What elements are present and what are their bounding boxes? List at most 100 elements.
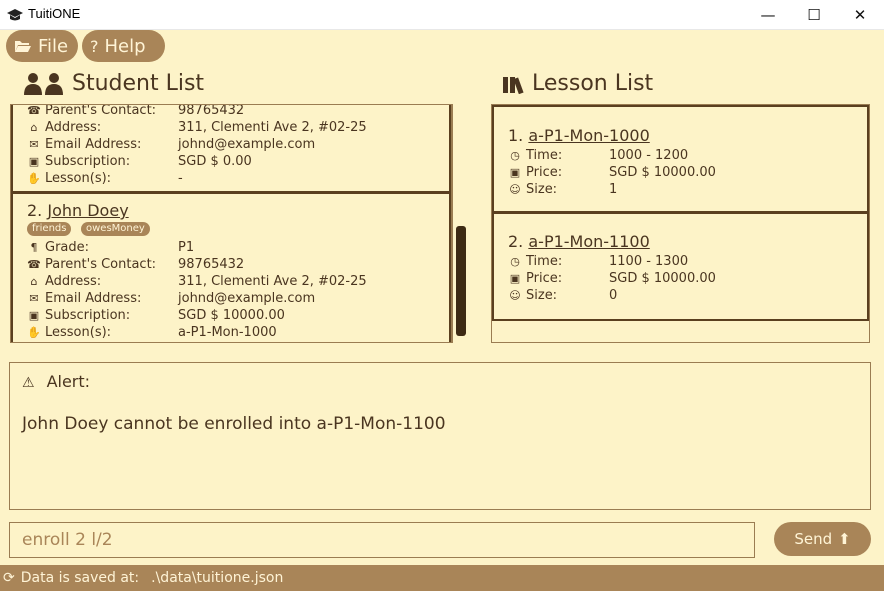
parent-contact-value: 98765432 (178, 104, 245, 118)
student-card[interactable]: ☎ Parent's Contact: 98765432 ⌂ Address: 31… (11, 104, 451, 193)
money-icon: ▣ (28, 155, 40, 168)
address-value: 311, Clementi Ave 2, #02-25 (178, 120, 367, 135)
smiley-icon: ☺ (509, 289, 521, 302)
command-input[interactable] (9, 522, 755, 558)
field-subscription: ▣ Subscription: (28, 308, 131, 323)
field-price: ▣ Price: (509, 271, 563, 286)
lesson-code: a-P1-Mon-1000 (528, 126, 650, 145)
graduation-cap-icon (7, 9, 23, 21)
close-icon: ✕ (853, 6, 867, 24)
close-button[interactable]: ✕ (837, 0, 883, 30)
maximize-icon: ☐ (807, 6, 821, 24)
status-bar: ⟳ Data is saved at: .\data\tuitione.json (0, 565, 884, 591)
home-icon: ⌂ (30, 121, 38, 134)
tag-owes-money: owesMoney (81, 222, 150, 236)
size-value: 1 (609, 182, 618, 197)
student-card-title: 2. John Doey (27, 201, 129, 220)
time-value: 1000 - 1200 (609, 148, 689, 163)
field-price: ▣ Price: (509, 165, 563, 180)
subscription-value: SGD $ 10000.00 (178, 308, 285, 323)
student-list-scrollbar[interactable] (452, 104, 468, 343)
maximize-button[interactable]: ☐ (791, 0, 837, 30)
student-list-heading: Student List (22, 71, 204, 96)
money-icon: ▣ (28, 309, 40, 322)
home-icon: ⌂ (30, 275, 38, 288)
money-icon: ▣ (509, 166, 521, 179)
lesson-icon: ✋ (27, 326, 41, 339)
smiley-icon: ☺ (509, 183, 521, 196)
lesson-code: a-P1-Mon-1100 (528, 232, 650, 251)
student-list[interactable]: ☎ Parent's Contact: 98765432 ⌂ Address: 31… (10, 104, 452, 343)
subscription-value: SGD $ 0.00 (178, 154, 252, 169)
lessons-value: - (178, 171, 183, 186)
field-parent-contact: ☎ Parent's Contact: (27, 257, 157, 272)
mail-icon: ✉ (29, 138, 39, 151)
student-list-title: Student List (72, 71, 205, 96)
file-menu-label: File (38, 35, 69, 57)
field-size: ☺ Size: (509, 288, 558, 303)
lesson-card[interactable]: 1. a-P1-Mon-1000 ◷ Time: 1000 - 1200 ▣ Pri… (492, 105, 869, 213)
price-value: SGD $ 10000.00 (609, 165, 716, 180)
minimize-button[interactable]: — (745, 0, 791, 30)
lesson-list-heading: Lesson List (502, 71, 653, 96)
price-value: SGD $ 10000.00 (609, 271, 716, 286)
phone-icon: ☎ (27, 258, 41, 271)
window-title: TuitiONE (28, 6, 81, 21)
lessons-value: a-P1-Mon-1000 (178, 325, 277, 340)
lesson-card-title: 1. a-P1-Mon-1000 (508, 126, 650, 145)
mail-icon: ✉ (29, 292, 39, 305)
file-menu-button[interactable]: File (6, 30, 78, 62)
field-address: ⌂ Address: (27, 120, 102, 135)
arrow-up-icon: ⬆ (838, 530, 851, 548)
field-parent-contact: ☎ Parent's Contact: (27, 104, 157, 118)
lesson-card-title: 2. a-P1-Mon-1100 (508, 232, 650, 251)
minimize-icon: — (760, 6, 776, 24)
lesson-card[interactable]: 2. a-P1-Mon-1100 ◷ Time: 1100 - 1300 ▣ Pri… (492, 212, 869, 321)
field-email: ✉ Email Address: (27, 291, 141, 306)
title-bar: TuitiONE — ☐ ✕ (0, 0, 884, 30)
student-name: John Doey (47, 201, 129, 220)
address-value: 311, Clementi Ave 2, #02-25 (178, 274, 367, 289)
field-address: ⌂ Address: (27, 274, 102, 289)
field-grade: ¶ Grade: (27, 240, 90, 255)
parent-contact-value: 98765432 (178, 257, 245, 272)
clock-icon: ◷ (510, 149, 520, 162)
grade-value: P1 (178, 240, 195, 255)
grade-icon: ¶ (30, 241, 38, 254)
lesson-index: 2. (508, 232, 524, 251)
clock-icon: ◷ (510, 255, 520, 268)
size-value: 0 (609, 288, 618, 303)
lesson-icon: ✋ (27, 172, 41, 185)
field-time: ◷ Time: (508, 148, 562, 163)
alert-title: Alert: (46, 372, 91, 391)
lesson-list[interactable]: 1. a-P1-Mon-1000 ◷ Time: 1000 - 1200 ▣ Pri… (491, 104, 870, 343)
lesson-list-title: Lesson List (532, 71, 654, 96)
help-menu-button[interactable]: ? Help (82, 30, 165, 62)
students-icon (24, 72, 63, 95)
alert-message: John Doey cannot be enrolled into a-P1-M… (22, 414, 446, 434)
field-email: ✉ Email Address: (27, 137, 141, 152)
lesson-index: 1. (508, 126, 524, 145)
scroll-thumb[interactable] (456, 226, 466, 336)
send-label: Send (794, 530, 833, 548)
email-value: johnd@example.com (178, 137, 316, 152)
field-lessons: ✋ Lesson(s): (27, 325, 112, 340)
alert-box: ⚠ Alert: John Doey cannot be enrolled int… (9, 362, 871, 510)
warning-icon: ⚠ (22, 375, 35, 391)
phone-icon: ☎ (27, 104, 41, 117)
tag-friends: friends (27, 222, 72, 236)
time-value: 1100 - 1300 (609, 254, 689, 269)
field-time: ◷ Time: (508, 254, 562, 269)
money-icon: ▣ (509, 272, 521, 285)
refresh-icon: ⟳ (3, 570, 15, 586)
email-value: johnd@example.com (178, 291, 316, 306)
question-icon: ? (90, 36, 99, 56)
help-menu-label: Help (104, 35, 146, 57)
status-label: Data is saved at: (20, 570, 140, 586)
send-button[interactable]: Send ⬆ (774, 522, 871, 556)
alert-heading: ⚠ Alert: (22, 372, 90, 391)
folder-open-icon (15, 41, 31, 52)
student-card[interactable]: 2. John Doey friends owesMoney ¶ Grade: P… (11, 192, 451, 342)
field-subscription: ▣ Subscription: (28, 154, 131, 169)
status-path: .\data\tuitione.json (151, 570, 284, 586)
